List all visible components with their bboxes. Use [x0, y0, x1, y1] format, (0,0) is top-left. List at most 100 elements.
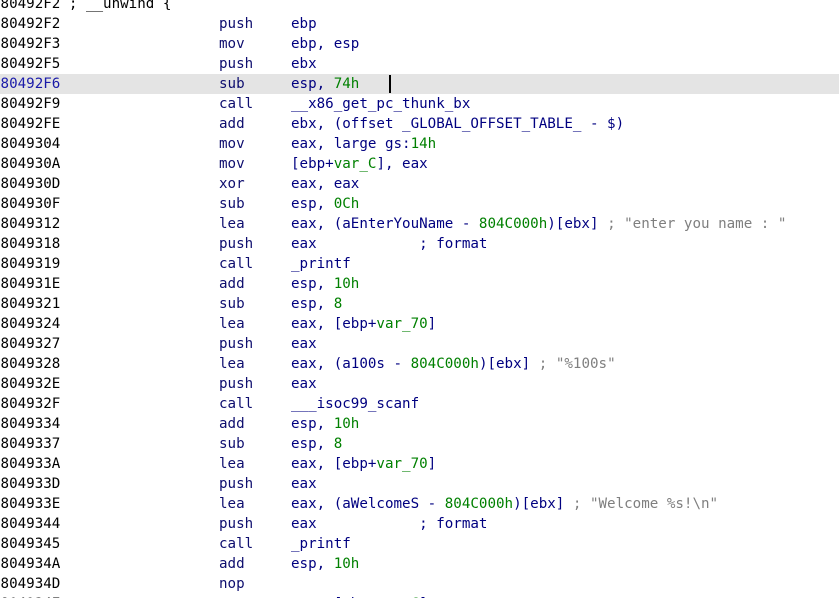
instruction-operands[interactable]: esp, 10h: [291, 554, 359, 574]
instruction-address[interactable]: 0804934A: [0, 554, 60, 574]
instruction-address[interactable]: 08049344: [0, 514, 60, 534]
current-instruction-row[interactable]: 080492F6 sub esp, 74h: [0, 74, 839, 94]
instruction-operands[interactable]: eax, [ebp+var_70]: [291, 454, 436, 474]
instruction-row[interactable]: 0804933E lea eax, (aWelcomeS - 804C000h)[e…: [0, 494, 839, 514]
instruction-row[interactable]: 08049344 push eax ; format: [0, 514, 839, 534]
instruction-operands[interactable]: ___isoc99_scanf: [291, 394, 419, 414]
disassembly-listing[interactable]: 080492F2 ; __unwind {080492F2pushebp0804…: [0, 0, 839, 598]
instruction-operands[interactable]: esp, 10h: [291, 274, 359, 294]
instruction-row[interactable]: 0804933D push eax: [0, 474, 839, 494]
instruction-mnemonic[interactable]: mov: [219, 34, 245, 54]
instruction-operands[interactable]: eax ; format: [291, 234, 487, 254]
instruction-operands[interactable]: eax: [291, 474, 317, 494]
instruction-address[interactable]: 08049321: [0, 294, 60, 314]
instruction-operands[interactable]: esp, 74h: [291, 74, 359, 94]
instruction-row[interactable]: 080492F2 ; __unwind {: [0, 0, 839, 14]
instruction-mnemonic[interactable]: add: [219, 114, 245, 134]
instruction-mnemonic[interactable]: call: [219, 254, 253, 274]
instruction-operands[interactable]: _printf: [291, 534, 351, 554]
instruction-row[interactable]: 080492F9 call __x86_get_pc_thunk_bx: [0, 94, 839, 114]
instruction-row[interactable]: 0804934E mov eax, [ebp+var_C]: [0, 594, 839, 598]
instruction-mnemonic[interactable]: push: [219, 54, 253, 74]
instruction-row[interactable]: 08049321 sub esp, 8: [0, 294, 839, 314]
instruction-address[interactable]: 0804934D: [0, 574, 60, 594]
instruction-operands[interactable]: eax, [ebp+var_70]: [291, 314, 436, 334]
operand-token-name[interactable]: __x86_get_pc_thunk_bx: [291, 96, 470, 112]
instruction-operands[interactable]: eax, (aWelcomeS - 804C000h)[ebx] ; "Welc…: [291, 494, 718, 514]
instruction-address[interactable]: 08049319: [0, 254, 60, 274]
instruction-row[interactable]: 0804933A lea eax, [ebp+var_70]: [0, 454, 839, 474]
instruction-row[interactable]: 0804934D nop: [0, 574, 839, 594]
operand-token-name[interactable]: _printf: [291, 256, 351, 272]
instruction-mnemonic[interactable]: call: [219, 534, 253, 554]
instruction-operands[interactable]: eax, large gs:14h: [291, 134, 436, 154]
instruction-mnemonic[interactable]: sub: [219, 434, 245, 454]
instruction-mnemonic[interactable]: push: [219, 234, 253, 254]
instruction-mnemonic[interactable]: sub: [219, 294, 245, 314]
instruction-mnemonic[interactable]: sub: [219, 74, 245, 94]
instruction-address[interactable]: 0804932F: [0, 394, 60, 414]
instruction-address[interactable]: 080492F2 ; __unwind {: [0, 0, 171, 14]
instruction-row[interactable]: 0804930A mov [ebp+var_C], eax: [0, 154, 839, 174]
instruction-operands[interactable]: esp, 8: [291, 294, 342, 314]
instruction-row[interactable]: 0804932E push eax: [0, 374, 839, 394]
instruction-mnemonic[interactable]: mov: [219, 154, 245, 174]
instruction-row[interactable]: 08049319 call _printf: [0, 254, 839, 274]
instruction-address[interactable]: 0804933D: [0, 474, 60, 494]
instruction-operands[interactable]: ebx: [291, 54, 317, 74]
instruction-row[interactable]: 0804930F sub esp, 0Ch: [0, 194, 839, 214]
instruction-row[interactable]: 080492F2 push ebp: [0, 14, 839, 34]
instruction-mnemonic[interactable]: xor: [219, 174, 245, 194]
instruction-address[interactable]: 080492F3: [0, 34, 60, 54]
instruction-row[interactable]: 08049345 call _printf: [0, 534, 839, 554]
instruction-address[interactable]: 08049345: [0, 534, 60, 554]
instruction-operands[interactable]: [ebp+var_C], eax: [291, 154, 428, 174]
instruction-row[interactable]: 0804930D xor eax, eax: [0, 174, 839, 194]
instruction-row[interactable]: 0804931E add esp, 10h: [0, 274, 839, 294]
instruction-operands[interactable]: esp, 8: [291, 434, 342, 454]
instruction-address[interactable]: 08049327: [0, 334, 60, 354]
instruction-address[interactable]: 080492F2: [0, 14, 60, 34]
instruction-operands[interactable]: eax, [ebp+var_C]: [291, 594, 428, 598]
instruction-mnemonic[interactable]: lea: [219, 354, 245, 374]
instruction-operands[interactable]: eax, (aEnterYouName - 804C000h)[ebx] ; "…: [291, 214, 786, 234]
instruction-operands[interactable]: ebx, (offset _GLOBAL_OFFSET_TABLE_ - $): [291, 114, 624, 134]
instruction-operands[interactable]: esp, 10h: [291, 414, 359, 434]
instruction-operands[interactable]: eax, (a100s - 804C000h)[ebx] ; "%100s": [291, 354, 616, 374]
instruction-mnemonic[interactable]: sub: [219, 194, 245, 214]
instruction-row[interactable]: 08049324 lea eax, [ebp+var_70]: [0, 314, 839, 334]
instruction-mnemonic[interactable]: lea: [219, 314, 245, 334]
operand-token-name[interactable]: _printf: [291, 536, 351, 552]
instruction-address[interactable]: 0804930A: [0, 154, 60, 174]
instruction-address[interactable]: 08049328: [0, 354, 60, 374]
instruction-mnemonic[interactable]: call: [219, 394, 253, 414]
instruction-row[interactable]: 08049312 lea eax, (aEnterYouName - 804C000…: [0, 214, 839, 234]
instruction-mnemonic[interactable]: push: [219, 474, 253, 494]
instruction-mnemonic[interactable]: push: [219, 14, 253, 34]
instruction-operands[interactable]: eax: [291, 374, 317, 394]
instruction-address[interactable]: 0804931E: [0, 274, 60, 294]
instruction-mnemonic[interactable]: add: [219, 274, 245, 294]
instruction-address[interactable]: 0804932E: [0, 374, 60, 394]
instruction-row[interactable]: 08049337 sub esp, 8: [0, 434, 839, 454]
instruction-row[interactable]: 08049328 lea eax, (a100s - 804C000h)[ebx] …: [0, 354, 839, 374]
instruction-address[interactable]: 080492FE: [0, 114, 60, 134]
instruction-address[interactable]: 08049334: [0, 414, 60, 434]
instruction-address[interactable]: 0804930F: [0, 194, 60, 214]
instruction-address[interactable]: 08049318: [0, 234, 60, 254]
instruction-row[interactable]: 08049327 push eax: [0, 334, 839, 354]
instruction-operands[interactable]: eax, eax: [291, 174, 359, 194]
instruction-row[interactable]: 08049304 mov eax, large gs:14h: [0, 134, 839, 154]
instruction-mnemonic[interactable]: lea: [219, 214, 245, 234]
instruction-operands[interactable]: eax: [291, 334, 317, 354]
instruction-mnemonic[interactable]: add: [219, 554, 245, 574]
instruction-row[interactable]: 0804934A add esp, 10h: [0, 554, 839, 574]
instruction-mnemonic[interactable]: lea: [219, 454, 245, 474]
instruction-address[interactable]: 080492F9: [0, 94, 60, 114]
instruction-operands[interactable]: ebp: [291, 14, 317, 34]
instruction-address[interactable]: 08049304: [0, 134, 60, 154]
instruction-mnemonic[interactable]: nop: [219, 574, 245, 594]
instruction-row[interactable]: 08049334 add esp, 10h: [0, 414, 839, 434]
instruction-address[interactable]: 0804930D: [0, 174, 60, 194]
instruction-address[interactable]: 0804934E: [0, 594, 60, 598]
